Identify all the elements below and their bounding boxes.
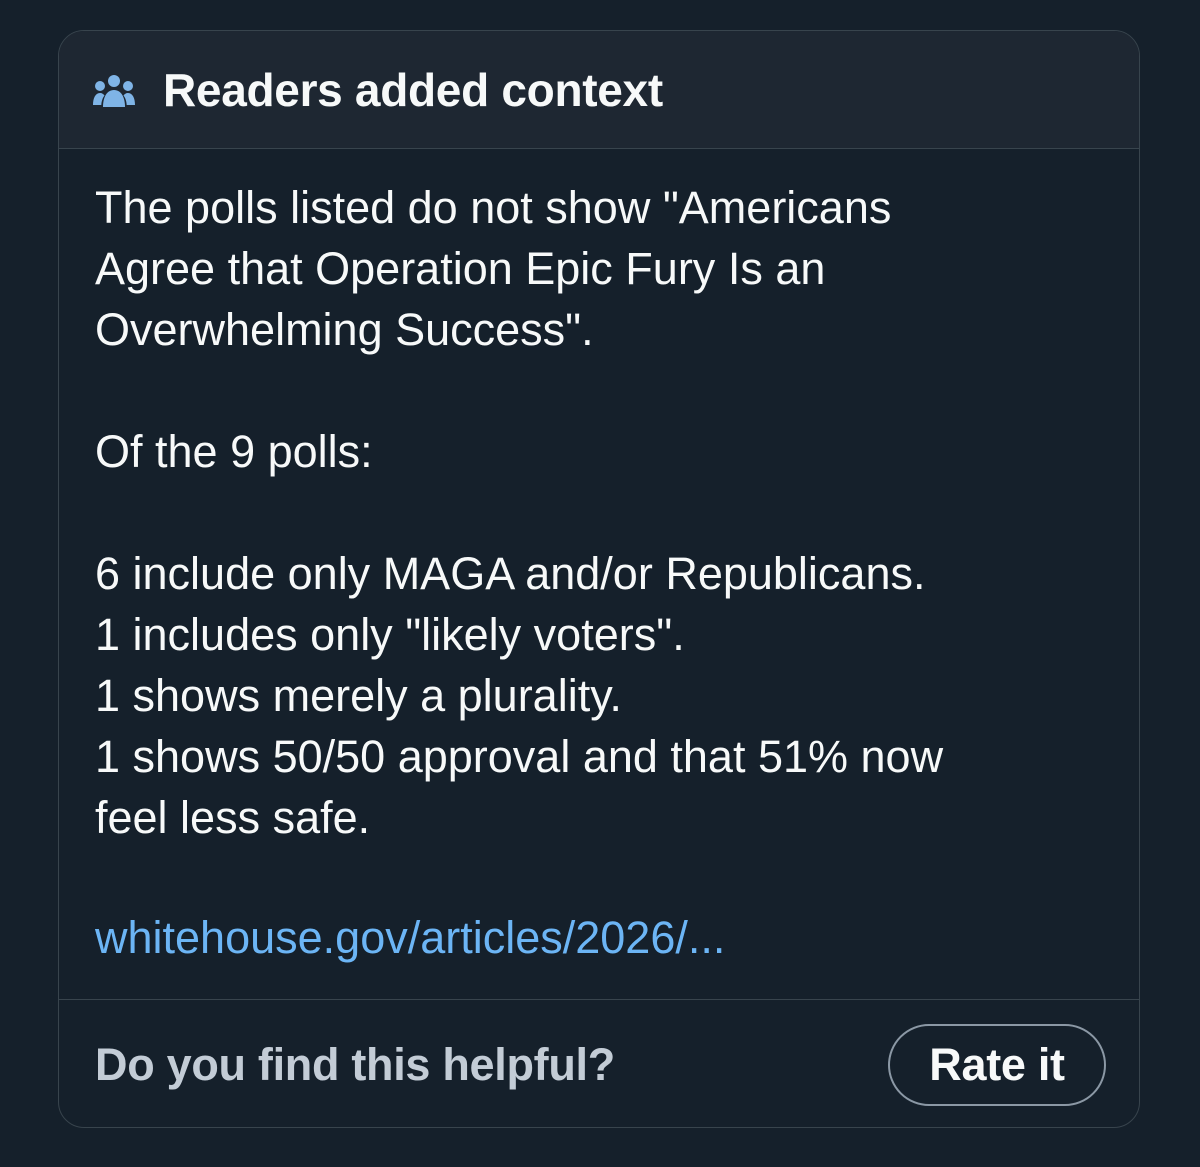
note-line: 1 includes only "likely voters". (95, 609, 685, 660)
source-link[interactable]: whitehouse.gov/articles/2026/... (95, 907, 725, 968)
community-note-card: Readers added context The polls listed d… (58, 30, 1140, 1128)
note-line: 1 shows merely a plurality. (95, 670, 622, 721)
note-line-blank (95, 360, 1105, 421)
note-line-blank (95, 482, 1105, 543)
rate-it-button[interactable]: Rate it (888, 1024, 1106, 1106)
note-line: The polls listed do not show "Americans (95, 182, 892, 233)
note-line: 1 shows 50/50 approval and that 51% now (95, 731, 944, 782)
helpful-question: Do you find this helpful? (95, 1039, 615, 1090)
note-line: Agree that Operation Epic Fury Is an (95, 243, 826, 294)
people-group-icon (93, 75, 135, 107)
note-line: feel less safe. (95, 792, 371, 843)
note-line: Of the 9 polls: (95, 426, 373, 477)
note-footer: Do you find this helpful? Rate it (59, 999, 1139, 1127)
note-line: Overwhelming Success". (95, 304, 594, 355)
header-title: Readers added context (163, 64, 663, 116)
note-line: 6 include only MAGA and/or Republicans. (95, 548, 926, 599)
note-header: Readers added context (59, 31, 1139, 149)
note-body: The polls listed do not show "Americans … (95, 177, 1105, 848)
